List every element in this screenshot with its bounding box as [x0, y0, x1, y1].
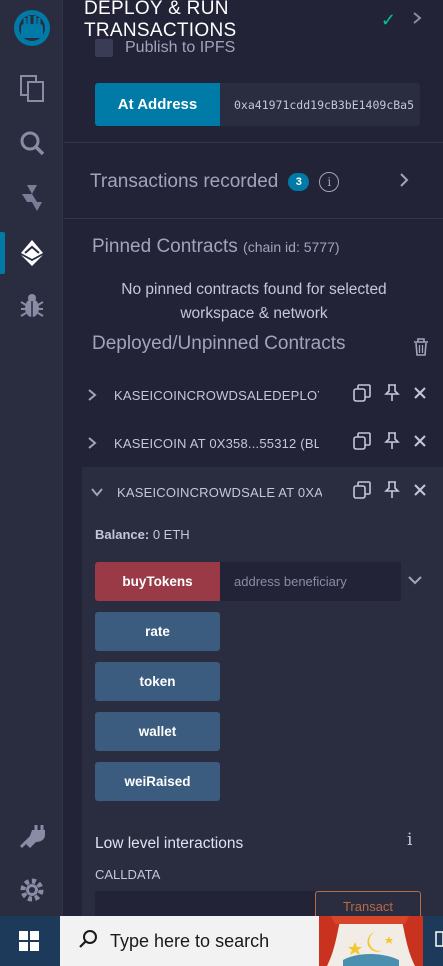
deploy-run-icon[interactable]	[0, 225, 63, 281]
plugin-manager-icon[interactable]	[0, 808, 63, 864]
file-explorer-icon[interactable]	[0, 60, 63, 116]
icon-rail	[0, 0, 63, 916]
token-button[interactable]: token	[95, 662, 220, 701]
info-icon[interactable]: i	[407, 830, 412, 850]
no-pinned-message: No pinned contracts found for selected w…	[121, 281, 387, 322]
chevron-right-icon[interactable]	[410, 11, 424, 30]
copy-icon[interactable]	[353, 431, 371, 455]
publish-ipfs-option[interactable]: Publish to IPFS	[95, 36, 235, 60]
info-icon[interactable]: i	[319, 172, 340, 192]
divider	[64, 142, 443, 143]
low-level-title: Low level interactions	[95, 835, 244, 852]
beneficiary-input[interactable]: address beneficiary	[220, 562, 401, 601]
contract-name: KASEICOINCROWDSALE AT 0XA4	[117, 484, 322, 500]
wallet-button[interactable]: wallet	[95, 712, 220, 751]
chevron-right-icon[interactable]	[82, 436, 102, 450]
at-address-button[interactable]: At Address	[95, 83, 220, 126]
transactions-recorded-label: Transactions recorded	[90, 171, 279, 192]
taskbar-search[interactable]: Type here to search	[60, 916, 319, 966]
transactions-count-badge: 3	[288, 173, 310, 191]
deploy-run-panel: DEPLOY & RUN TRANSACTIONS ✓ Publish to I…	[64, 0, 443, 916]
contract-item[interactable]: KASEICOINCROWDSALEDEPLOYEI	[82, 375, 427, 415]
trash-icon[interactable]	[413, 338, 429, 361]
pinned-contracts-label: Pinned Contracts	[92, 236, 238, 257]
panel-header: DEPLOY & RUN TRANSACTIONS ✓	[84, 0, 424, 41]
pin-icon[interactable]	[383, 480, 401, 504]
remix-logo-icon[interactable]	[0, 2, 63, 58]
taskbar-search-placeholder: Type here to search	[110, 930, 270, 951]
chevron-down-icon[interactable]	[407, 573, 423, 591]
debugger-icon[interactable]	[0, 278, 63, 334]
chevron-right-icon[interactable]	[82, 388, 102, 402]
transact-function-row: buyTokens address beneficiary	[95, 562, 423, 601]
contract-name: KASEICOINCROWDSALEDEPLOYEI	[114, 387, 319, 403]
calldata-label: CALLDATA	[95, 867, 161, 882]
checkmark-icon: ✓	[380, 9, 396, 30]
chain-id-label: (chain id: 5777)	[243, 239, 340, 255]
contract-name: KASEICOIN AT 0X358...55312 (BLC	[114, 435, 319, 451]
copy-icon[interactable]	[353, 383, 371, 407]
weiraised-button[interactable]: weiRaised	[95, 762, 220, 801]
deployed-contracts-title: Deployed/Unpinned Contracts	[92, 333, 346, 354]
rate-button[interactable]: rate	[95, 612, 220, 651]
balance-value: 0 ETH	[152, 527, 190, 542]
close-icon[interactable]	[413, 483, 427, 502]
close-icon[interactable]	[413, 386, 427, 405]
search-highlight-image	[319, 916, 423, 966]
at-address-group: At Address 0xa41971cdd19cB3bE1409cBa5	[95, 83, 420, 126]
search-icon[interactable]	[0, 115, 63, 171]
publish-ipfs-label: Publish to IPFS	[125, 39, 236, 56]
copy-icon[interactable]	[353, 480, 371, 504]
pinned-contracts-title: Pinned Contracts (chain id: 5777)	[92, 236, 340, 258]
chevron-down-icon[interactable]	[87, 487, 107, 497]
pin-icon[interactable]	[383, 431, 401, 455]
balance-label: Balance:	[95, 527, 150, 542]
windows-start-icon[interactable]	[0, 916, 58, 966]
settings-icon[interactable]	[0, 862, 63, 918]
solidity-compiler-icon[interactable]	[0, 170, 63, 226]
close-icon[interactable]	[413, 434, 427, 453]
buytokens-button[interactable]: buyTokens	[95, 562, 220, 601]
contract-item-expanded[interactable]: KASEICOINCROWDSALE AT 0XA4	[87, 472, 427, 512]
publish-ipfs-checkbox[interactable]	[95, 39, 113, 57]
contract-item[interactable]: KASEICOIN AT 0X358...55312 (BLC	[82, 423, 427, 463]
chevron-right-icon[interactable]	[398, 171, 410, 194]
pin-icon[interactable]	[383, 383, 401, 407]
search-icon	[78, 929, 98, 954]
windows-taskbar: Type here to search	[0, 916, 443, 966]
transactions-recorded[interactable]: Transactions recorded 3 i	[90, 168, 410, 196]
divider	[64, 218, 443, 219]
calldata-input[interactable]	[95, 891, 315, 916]
taskbar-edge	[430, 916, 443, 966]
balance: Balance: 0 ETH	[95, 527, 190, 542]
transact-button[interactable]: Transact	[315, 891, 421, 916]
at-address-input[interactable]: 0xa41971cdd19cB3bE1409cBa5	[220, 83, 420, 126]
